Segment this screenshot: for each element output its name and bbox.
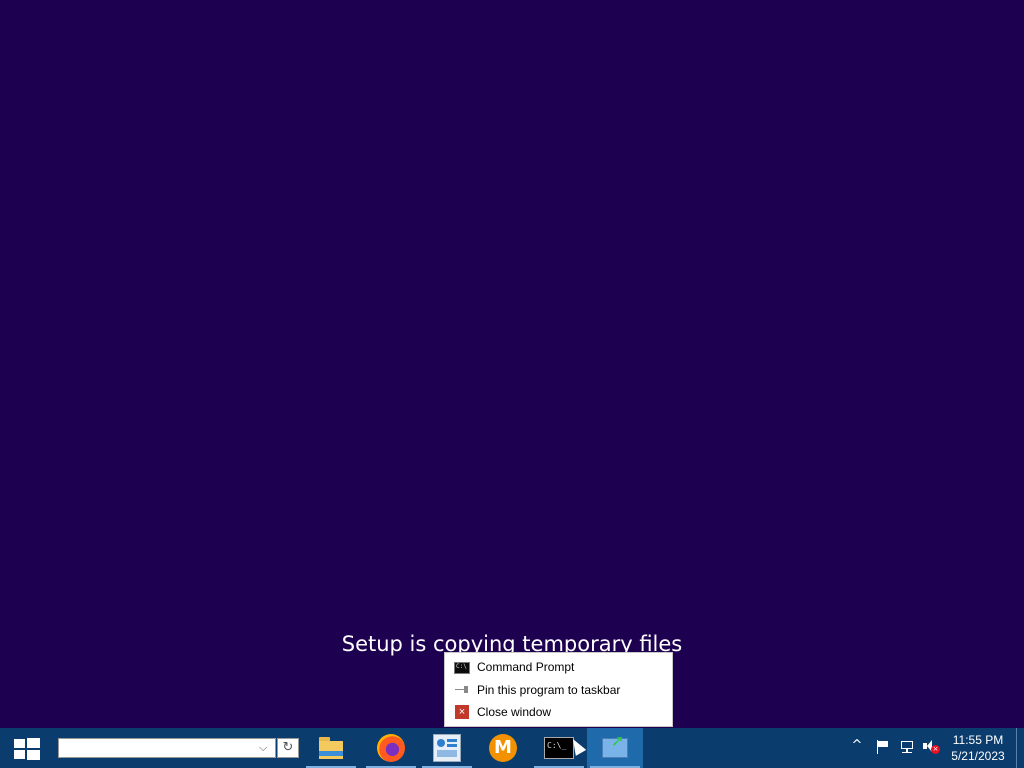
volume-muted-icon[interactable]: × (922, 739, 940, 755)
jumplist-item-label: Close window (477, 705, 552, 719)
network-icon[interactable] (899, 739, 915, 755)
pin-icon (454, 682, 470, 698)
tray-overflow-chevron-icon[interactable]: ^ (850, 739, 864, 753)
close-icon: × (455, 705, 469, 719)
taskbar-app-control-panel[interactable] (419, 728, 475, 768)
jumplist-item-label: Command Prompt (477, 660, 575, 674)
taskbar-app-file-explorer[interactable] (303, 728, 359, 768)
control-panel-icon (433, 734, 461, 762)
taskbar: ⌵ ↻ M C:\_ ➚ ^ × 11:55 PM 5/21/2023 (0, 728, 1024, 768)
taskbar-app-firefox[interactable] (363, 728, 419, 768)
firefox-icon (377, 734, 405, 762)
taskbar-app-setup[interactable]: ➚ (587, 728, 643, 768)
chevron-down-icon[interactable]: ⌵ (259, 742, 271, 754)
action-center-flag-icon[interactable] (876, 740, 890, 754)
folder-icon (317, 734, 345, 762)
setup-arrow-icon: ➚ (611, 731, 625, 750)
taskbar-search-input[interactable] (58, 738, 276, 758)
taskbar-app-m[interactable]: M (475, 728, 531, 768)
jumplist-item-pin[interactable]: Pin this program to taskbar (445, 679, 672, 701)
windows-logo-icon (14, 738, 40, 760)
taskbar-jumplist: C:\ Command Prompt Pin this program to t… (444, 652, 673, 727)
clock-time: 11:55 PM (952, 733, 1004, 747)
show-desktop-button[interactable] (1016, 728, 1024, 768)
jumplist-item-label: Pin this program to taskbar (477, 683, 621, 697)
jumplist-item-close-window[interactable]: × Close window (445, 701, 672, 723)
taskbar-clock[interactable]: 11:55 PM 5/21/2023 (945, 732, 1011, 766)
refresh-button[interactable]: ↻ (277, 738, 299, 758)
clock-date: 5/21/2023 (951, 749, 1005, 763)
command-prompt-icon: C:\ (454, 662, 470, 674)
m-icon: M (489, 734, 517, 762)
start-button[interactable] (0, 728, 54, 768)
setup-icon: ➚ (602, 733, 628, 758)
jumplist-item-command-prompt[interactable]: C:\ Command Prompt (445, 656, 672, 678)
